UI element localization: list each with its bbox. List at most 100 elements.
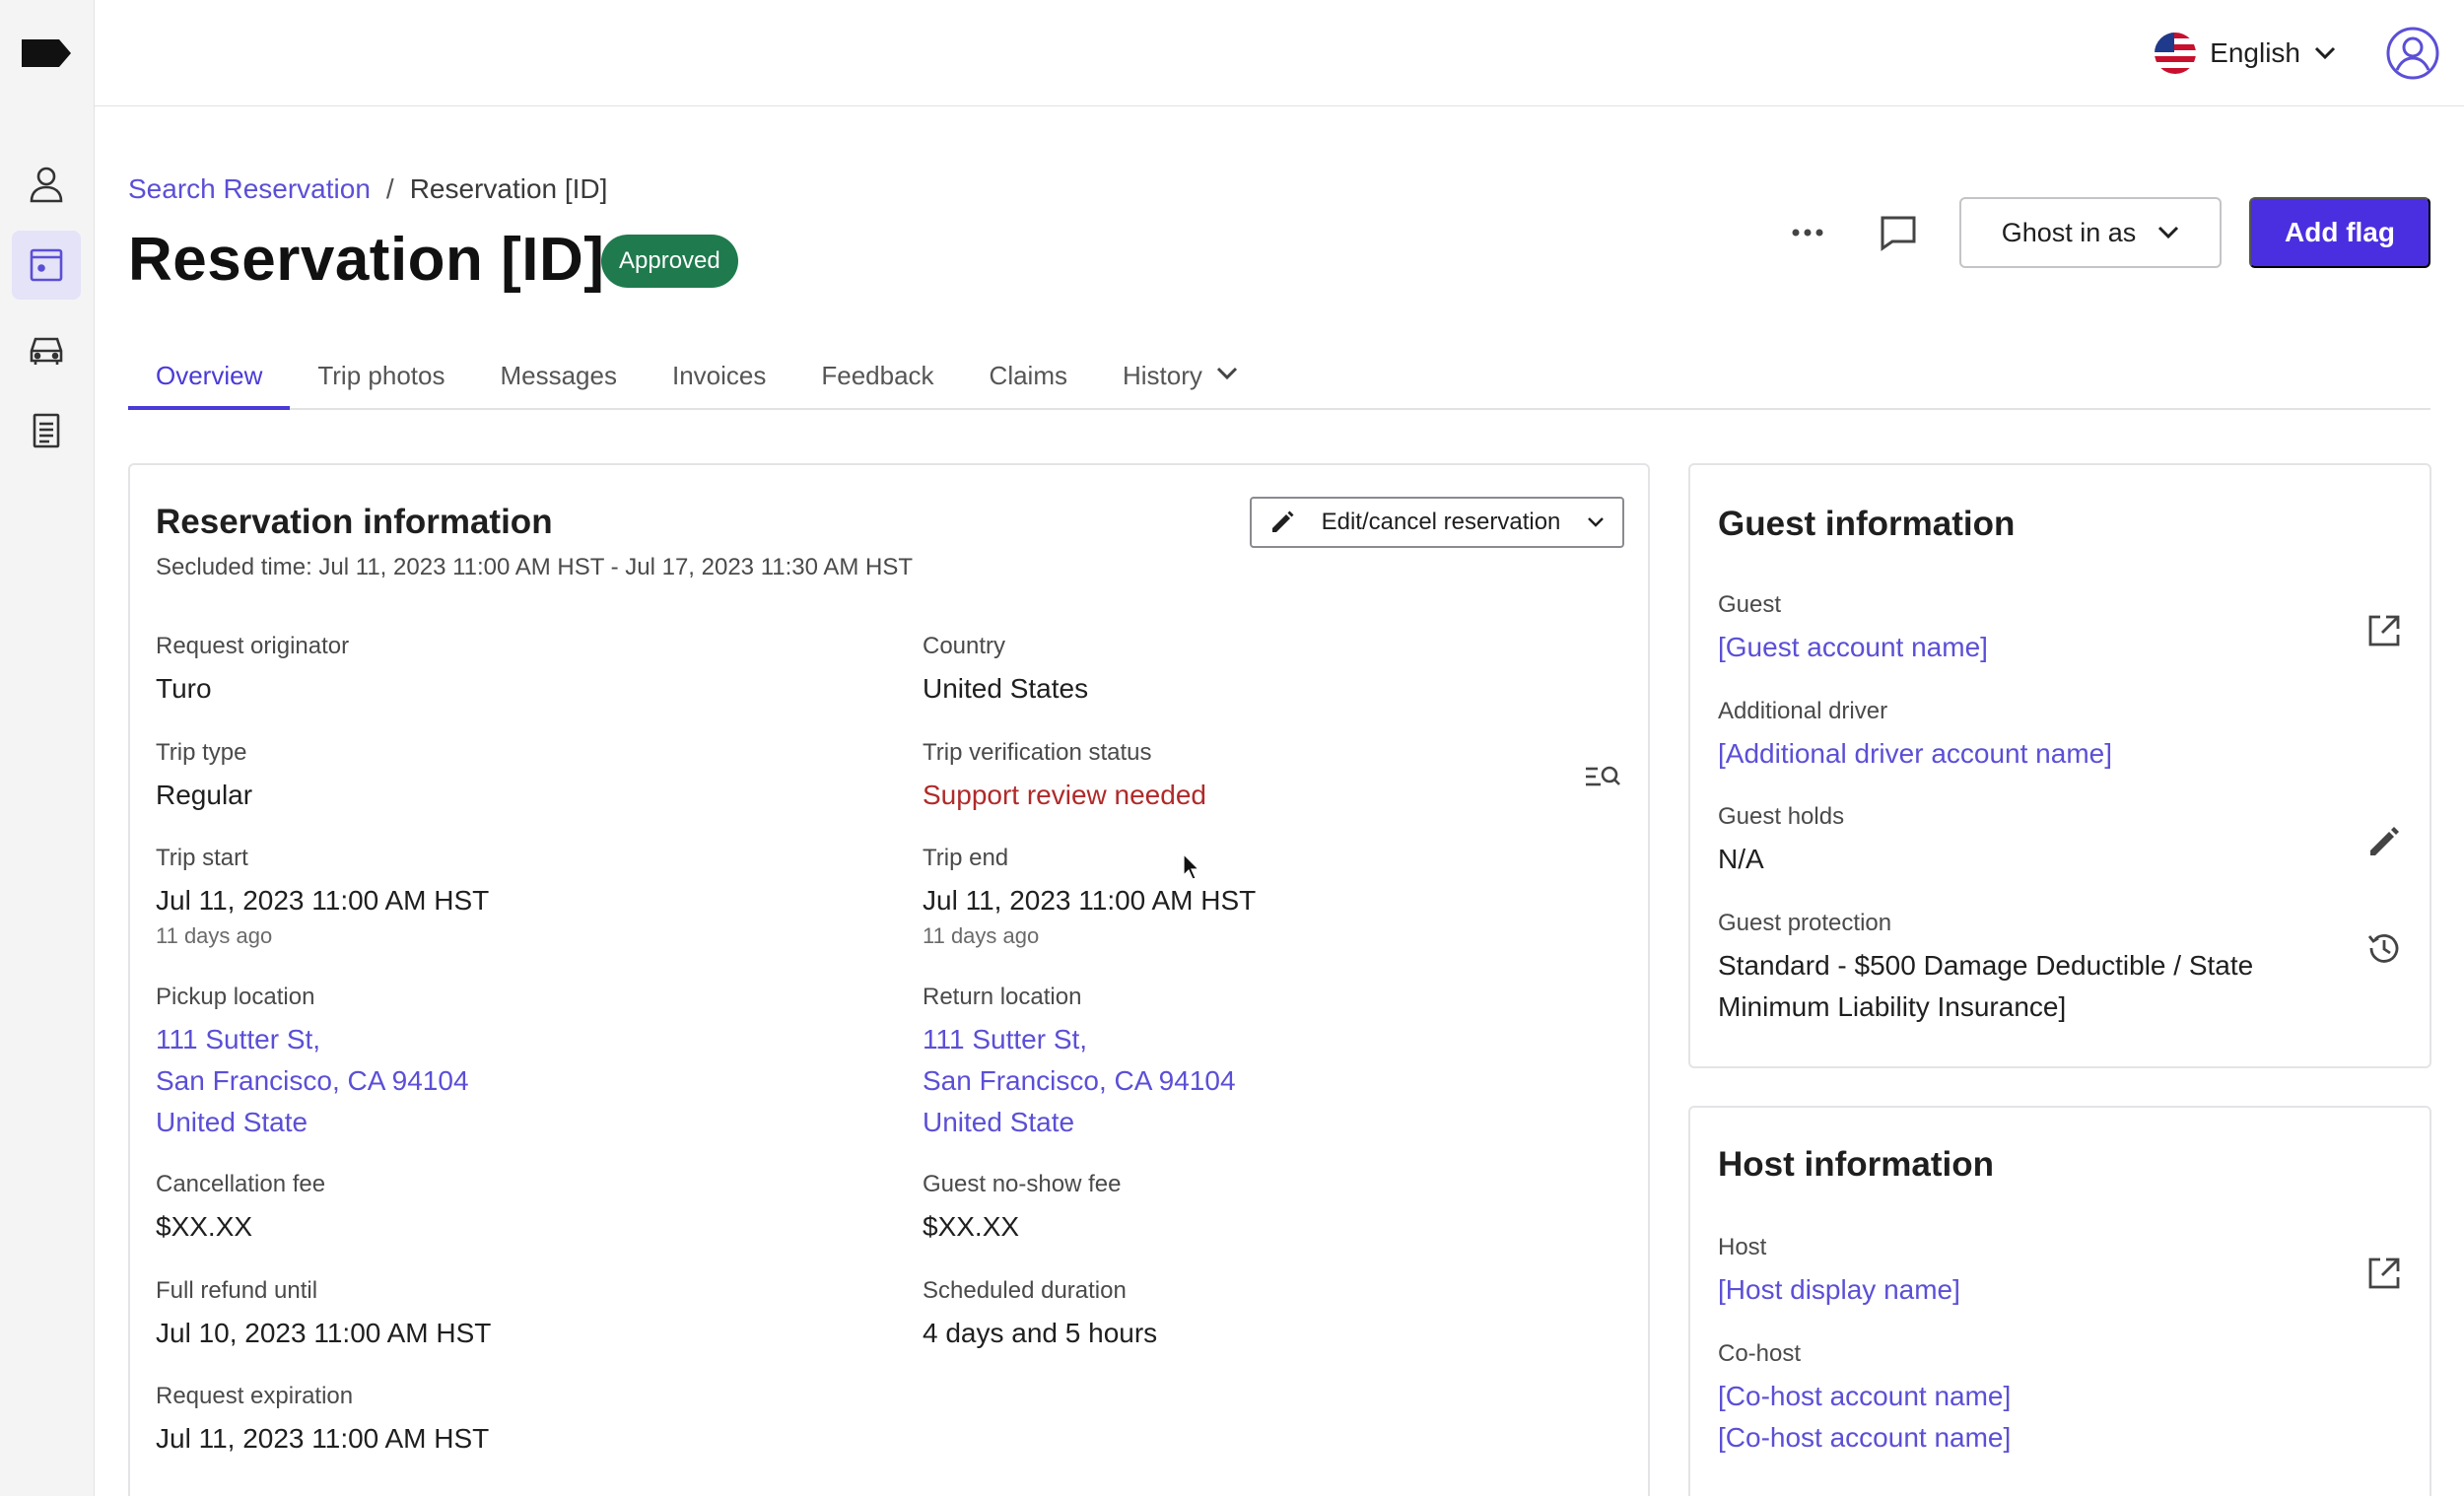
return-address-line-2[interactable]: San Francisco, CA 94104	[923, 1060, 1236, 1102]
top-bar: English	[95, 0, 2464, 106]
request-expiration-field: Request expiration Jul 11, 2023 11:00 AM…	[156, 1383, 489, 1460]
review-search-icon[interactable]	[1583, 757, 1622, 796]
cancellation-fee-field: Cancellation fee $XX.XX	[156, 1171, 325, 1248]
reservation-information-card: Reservation information Secluded time: J…	[128, 463, 1650, 1496]
document-icon	[33, 413, 60, 448]
brand-logo-icon[interactable]	[22, 39, 71, 67]
return-address-line-3[interactable]: United State	[923, 1102, 1236, 1143]
host-display-name-link[interactable]: [Host display name]	[1718, 1269, 1960, 1311]
mouse-cursor-icon	[1183, 853, 1200, 880]
add-flag-button[interactable]: Add flag	[2249, 197, 2430, 268]
trip-type-field: Trip type Regular	[156, 739, 252, 816]
field-value: $XX.XX	[923, 1211, 1020, 1242]
more-horizontal-icon	[1792, 229, 1823, 237]
scheduled-time: Secluded time: Jul 11, 2023 11:00 AM HST…	[156, 554, 913, 580]
chevron-down-icon	[2314, 46, 2336, 60]
tab-invoices[interactable]: Invoices	[645, 349, 793, 410]
pickup-address-line-1[interactable]: 111 Sutter St,	[156, 1019, 469, 1060]
field-label: Trip start	[156, 845, 248, 871]
cohost-field: Co-host [Co-host account name] [Co-host …	[1718, 1340, 2011, 1459]
language-label: English	[2210, 37, 2300, 68]
host-information-card: Host information Host [Host display name…	[1688, 1106, 2431, 1496]
breadcrumb: Search Reservation / Reservation [ID]	[128, 173, 607, 205]
field-label: Return location	[923, 984, 1082, 1010]
guest-information-title: Guest information	[1718, 505, 2016, 543]
comment-button[interactable]	[1869, 203, 1928, 262]
pencil-icon[interactable]	[2364, 822, 2404, 861]
field-label: Trip type	[156, 739, 247, 766]
cohost-account-link[interactable]: [Co-host account name]	[1718, 1376, 2011, 1417]
field-value: Regular	[156, 780, 253, 810]
field-label: Pickup location	[156, 984, 315, 1010]
field-label: Full refund until	[156, 1277, 318, 1304]
field-value: N/A	[1718, 844, 1764, 874]
relative-time: 11 days ago	[923, 923, 1040, 948]
field-value: United States	[923, 673, 1089, 704]
tab-bar: Overview Trip photos Messages Invoices F…	[128, 349, 2430, 410]
tab-claims[interactable]: Claims	[962, 349, 1095, 410]
chevron-down-icon	[1216, 367, 1237, 380]
field-label: Trip end	[923, 845, 1009, 871]
breadcrumb-search-reservation-link[interactable]: Search Reservation	[128, 173, 371, 205]
history-icon[interactable]	[2364, 928, 2404, 968]
verification-status-value: Support review needed	[923, 780, 1206, 810]
sidebar-item-reservations[interactable]	[12, 231, 81, 300]
language-selector[interactable]: English	[2155, 28, 2336, 79]
return-location-field: Return location 111 Sutter St, San Franc…	[923, 984, 1236, 1143]
pencil-icon	[1272, 510, 1294, 532]
field-label: Request expiration	[156, 1383, 354, 1409]
field-value: Turo	[156, 673, 212, 704]
sidebar-item-documents[interactable]	[12, 396, 81, 465]
cohost-account-link[interactable]: [Co-host account name]	[1718, 1417, 2011, 1459]
field-value: 4 days and 5 hours	[923, 1318, 1158, 1348]
tab-feedback[interactable]: Feedback	[793, 349, 961, 410]
header-actions: Ghost in as Add flag	[1778, 197, 2430, 268]
person-icon	[30, 167, 63, 203]
tab-messages[interactable]: Messages	[472, 349, 645, 410]
more-options-button[interactable]	[1778, 203, 1837, 262]
additional-driver-link[interactable]: [Additional driver account name]	[1718, 733, 2112, 775]
car-icon	[30, 337, 63, 365]
page-title: Reservation [ID]	[128, 226, 605, 294]
field-label: Guest holds	[1718, 803, 1845, 830]
tab-history-label: History	[1123, 361, 1202, 390]
scheduled-duration-field: Scheduled duration 4 days and 5 hours	[923, 1277, 1157, 1354]
relative-time: 11 days ago	[156, 923, 273, 948]
guest-protection-line-1: Standard - $500 Damage Deductible / Stat…	[1718, 950, 2254, 981]
additional-driver-field: Additional driver [Additional driver acc…	[1718, 698, 2112, 775]
pickup-address-line-3[interactable]: United State	[156, 1102, 469, 1143]
sidebar-item-users[interactable]	[12, 150, 81, 219]
user-avatar-icon[interactable]	[2385, 26, 2440, 81]
status-badge: Approved	[601, 235, 738, 288]
field-label: Guest protection	[1718, 910, 1892, 936]
sidebar-item-vehicles[interactable]	[12, 313, 81, 382]
guest-field: Guest [Guest account name]	[1718, 591, 1988, 668]
tab-overview[interactable]: Overview	[128, 349, 291, 410]
guest-account-link[interactable]: [Guest account name]	[1718, 627, 1988, 668]
breadcrumb-separator: /	[385, 173, 394, 204]
ghost-in-as-button[interactable]: Ghost in as	[1959, 197, 2222, 268]
pickup-address-line-2[interactable]: San Francisco, CA 94104	[156, 1060, 469, 1102]
field-label: Trip verification status	[923, 739, 1152, 766]
field-value: Jul 10, 2023 11:00 AM HST	[156, 1318, 492, 1348]
guest-information-card: Guest information Guest [Guest account n…	[1688, 463, 2431, 1068]
guest-no-show-fee-field: Guest no-show fee $XX.XX	[923, 1171, 1121, 1248]
return-address-line-1[interactable]: 111 Sutter St,	[923, 1019, 1236, 1060]
guest-protection-field: Guest protection Standard - $500 Damage …	[1718, 910, 2253, 1028]
us-flag-icon	[2155, 33, 2197, 74]
full-refund-field: Full refund until Jul 10, 2023 11:00 AM …	[156, 1277, 491, 1354]
field-label: Additional driver	[1718, 698, 1888, 724]
field-label: Guest	[1718, 591, 1782, 618]
trip-verification-field: Trip verification status Support review …	[923, 739, 1206, 816]
tab-history[interactable]: History	[1095, 349, 1266, 410]
external-link-icon[interactable]	[2364, 611, 2404, 650]
reservation-icon	[30, 248, 63, 282]
host-field: Host [Host display name]	[1718, 1234, 1960, 1311]
edit-cancel-reservation-button[interactable]: Edit/cancel reservation	[1250, 497, 1624, 548]
field-label: Host	[1718, 1234, 1767, 1260]
country-field: Country United States	[923, 633, 1088, 710]
field-label: Cancellation fee	[156, 1171, 326, 1197]
external-link-icon[interactable]	[2364, 1254, 2404, 1293]
tab-trip-photos[interactable]: Trip photos	[290, 349, 472, 410]
trip-start-field: Trip start Jul 11, 2023 11:00 AM HST 11 …	[156, 845, 489, 949]
